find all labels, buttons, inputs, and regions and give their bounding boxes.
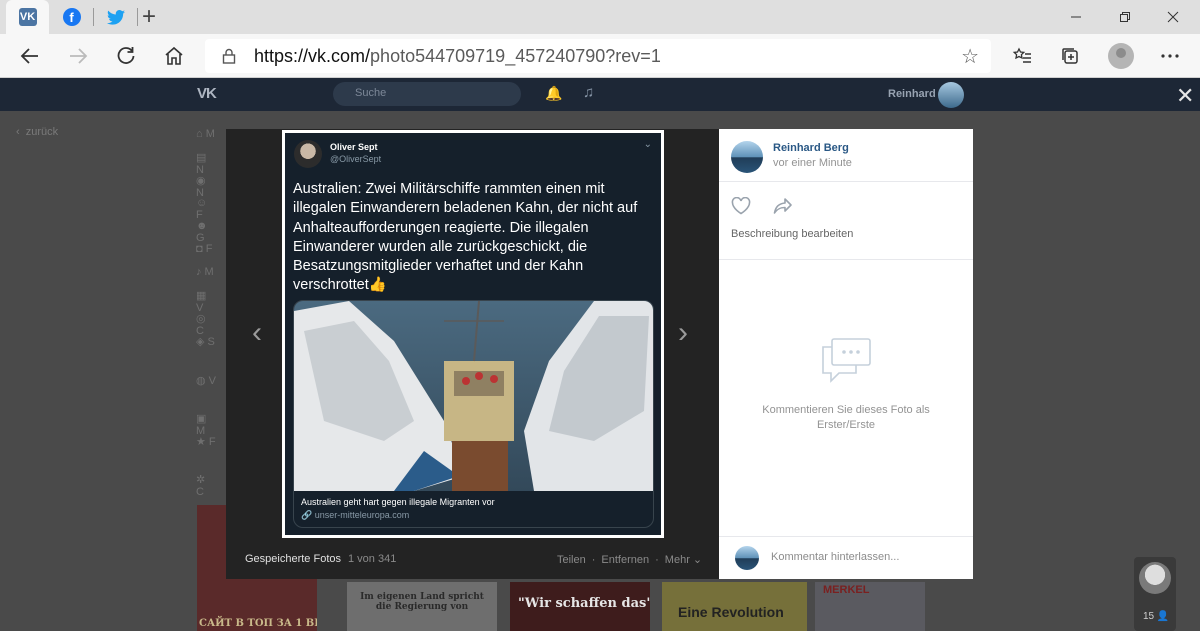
remove-button[interactable]: Entfernen	[601, 554, 649, 566]
photo-info-pane: Reinhard Berg vor einer Minute Beschreib…	[719, 129, 973, 579]
vk-header: VK Suche 🔔 ♫ Reinhard ✕	[0, 78, 1200, 111]
previous-photo-arrow-icon[interactable]: ‹	[252, 318, 262, 348]
tweet-screenshot: Oliver Sept @OliverSept ⌄ Australien: Zw…	[285, 133, 661, 535]
sidebar-home-icon[interactable]: ⌂ M	[196, 128, 216, 142]
bg-image: Eine Revolution	[662, 582, 807, 631]
tab-twitter[interactable]	[94, 0, 137, 34]
restore-icon[interactable]	[1102, 0, 1148, 34]
sidebar-groups-icon[interactable]: ☻ G	[196, 220, 216, 244]
navigation-bar: https://vk.com/photo544709719_457240790?…	[0, 34, 1200, 78]
commenter-avatar	[735, 546, 759, 570]
sidebar-messages-icon[interactable]: ◉ N	[196, 174, 216, 199]
sidebar-bookmarks-icon[interactable]: ★ F	[196, 435, 216, 449]
tweet-card-title: Australien geht hart gegen illegale Migr…	[301, 497, 495, 507]
back-link[interactable]: ‹ zurück	[16, 126, 58, 138]
forward-arrow-icon[interactable]	[62, 40, 94, 72]
tab-separator	[137, 8, 138, 26]
url-text: https://vk.com/photo544709719_457240790?…	[254, 46, 661, 66]
share-arrow-icon[interactable]	[773, 197, 793, 220]
album-link[interactable]: Gespeicherte Fotos	[245, 553, 341, 565]
tab-vk[interactable]: VK	[6, 0, 49, 34]
sidebar-videos-icon[interactable]: ▦ V	[196, 289, 216, 314]
sidebar-games-icon[interactable]: ◈ S	[196, 335, 216, 349]
sidebar-clips-icon[interactable]: ◎ C	[196, 312, 216, 337]
ships-photo	[294, 301, 653, 491]
bg-image: "Wir schaffen das"	[510, 582, 650, 631]
minimize-icon[interactable]	[1053, 0, 1099, 34]
sidebar-friends-icon[interactable]: ☺ F	[196, 197, 216, 221]
profile-avatar[interactable]	[1108, 43, 1134, 69]
edit-description-link[interactable]: Beschreibung bearbeiten	[731, 228, 853, 240]
tweet-card-link: 🔗 unser-mitteleuropa.com	[301, 510, 410, 520]
notifications-bell-icon[interactable]: 🔔	[545, 85, 562, 102]
bg-image: Im eigenen Land spricht die Regierung vo…	[347, 582, 497, 631]
sidebar-vk-pay-icon[interactable]: ◍ V	[196, 374, 216, 388]
close-window-icon[interactable]	[1150, 0, 1196, 34]
music-icon[interactable]: ♫	[583, 84, 594, 101]
divider	[719, 181, 973, 182]
vk-favicon-icon: VK	[18, 8, 37, 26]
author-avatar[interactable]	[731, 141, 763, 173]
post-time[interactable]: vor einer Minute	[773, 157, 852, 169]
sidebar-market-icon[interactable]: ▣ M	[196, 412, 216, 437]
next-photo-arrow-icon[interactable]: ›	[678, 318, 688, 348]
more-button[interactable]: Mehr ⌄	[665, 554, 702, 566]
sidebar-photos-icon[interactable]: ◘ F	[196, 243, 216, 257]
lock-icon	[222, 48, 236, 64]
twitter-favicon-icon	[106, 9, 125, 25]
close-viewer-icon[interactable]: ✕	[1176, 83, 1194, 109]
sidebar-apps-icon[interactable]: ✲ C	[196, 473, 216, 498]
viewer-footer: Gespeicherte Fotos 1 von 341 Teilen · Entf…	[226, 547, 719, 571]
online-count: 15 👤	[1143, 611, 1170, 622]
reload-icon[interactable]	[110, 40, 142, 72]
vk-user-avatar[interactable]	[938, 82, 964, 108]
comments-bubble-icon	[822, 338, 871, 383]
vk-user-name[interactable]: Reinhard	[888, 88, 936, 100]
chevron-down-icon: ⌄	[643, 139, 652, 150]
chat-avatar	[1139, 562, 1171, 594]
address-bar[interactable]: https://vk.com/photo544709719_457240790?…	[205, 39, 991, 73]
comment-input[interactable]: Kommentar hinterlassen...	[771, 551, 899, 563]
author-name[interactable]: Reinhard Berg	[773, 142, 849, 154]
facebook-favicon-icon: f	[62, 8, 81, 26]
divider	[719, 536, 973, 537]
more-menu-icon[interactable]	[1154, 40, 1186, 72]
empty-comments-text: Kommentieren Sie dieses Foto als Erster/…	[762, 404, 930, 431]
tab-bar: VK f +	[0, 0, 1200, 34]
collections-icon[interactable]	[1054, 40, 1086, 72]
tab-facebook[interactable]: f	[50, 0, 93, 34]
new-tab-button[interactable]: +	[142, 4, 156, 30]
tweet-link-card: Australien geht hart gegen illegale Migr…	[293, 300, 654, 528]
sidebar-music-icon[interactable]: ♪ M	[196, 266, 216, 280]
favorites-list-icon[interactable]	[1006, 40, 1038, 72]
like-heart-icon[interactable]	[731, 196, 751, 221]
tweet-author-handle: @OliverSept	[330, 154, 382, 164]
chat-widget[interactable]: 15 👤	[1134, 557, 1176, 631]
tweet-author-avatar	[294, 140, 322, 168]
tweet-text: Australien: Zwei Militärschiffe rammten …	[293, 181, 638, 294]
vk-logo[interactable]: VK	[197, 85, 217, 102]
back-arrow-icon[interactable]	[14, 40, 46, 72]
bg-image: MERKEL	[815, 582, 925, 631]
photo-actions: Teilen · Entfernen · Mehr ⌄	[557, 554, 703, 566]
divider	[719, 259, 973, 260]
photo-counter: 1 von 341	[348, 553, 397, 565]
share-button[interactable]: Teilen	[557, 554, 586, 566]
tweet-author-name: Oliver Sept	[330, 142, 378, 152]
vk-search-input[interactable]: Suche	[333, 82, 521, 106]
sidebar-news-icon[interactable]: ▤ N	[196, 151, 216, 176]
home-icon[interactable]	[158, 40, 190, 72]
favorite-star-icon[interactable]: ☆	[961, 44, 979, 69]
